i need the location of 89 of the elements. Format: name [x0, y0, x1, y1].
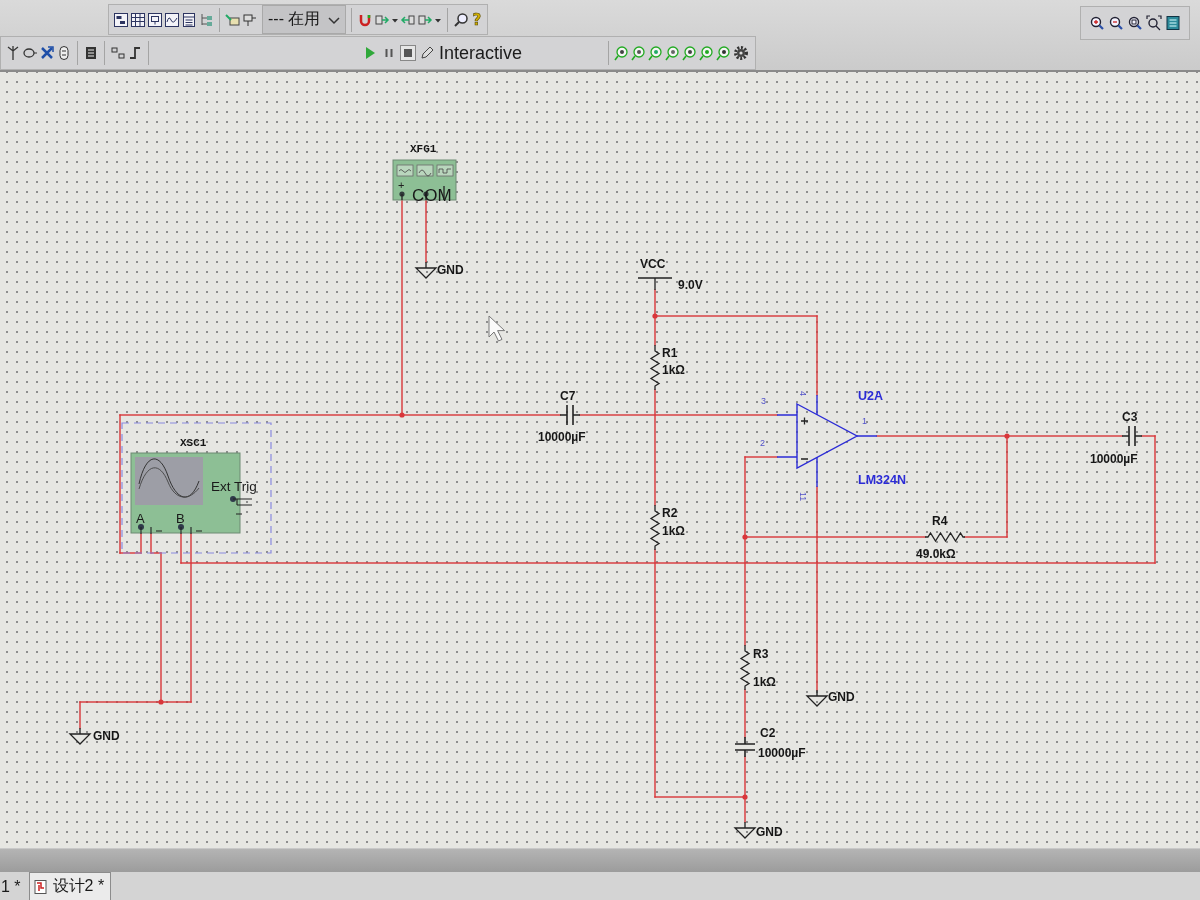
panel-icon[interactable] [147, 11, 163, 28]
probe-icon[interactable] [22, 45, 38, 61]
value-label: 1kΩ [662, 363, 685, 377]
reference-label: R4 [932, 514, 948, 528]
probe-icon[interactable] [614, 45, 630, 61]
design-tab[interactable]: 设计2 * [28, 872, 112, 900]
sheet-icon[interactable] [1165, 15, 1181, 31]
net-label: GND [437, 263, 464, 277]
capsule-icon[interactable] [56, 45, 72, 61]
zoom-out-icon[interactable] [1108, 15, 1124, 31]
window-icon[interactable] [113, 11, 129, 28]
value-label: 49.0kΩ [916, 547, 956, 561]
part-label: LM324N [858, 473, 906, 487]
wire [744, 689, 746, 738]
pencil-icon[interactable] [419, 45, 435, 61]
ground-symbol [806, 689, 829, 707]
instrument-label: XFG1 [410, 143, 437, 155]
reference-label: U2A [858, 389, 883, 403]
net-label: GND [756, 825, 783, 839]
reference-label: R3 [753, 647, 769, 661]
antenna-icon[interactable] [5, 45, 21, 61]
voltage-label: 9.0V [678, 278, 703, 292]
design-tab[interactable]: 1 * [0, 872, 27, 900]
capacitor-symbol [559, 404, 581, 426]
reference-label: R2 [662, 506, 678, 520]
stop-icon[interactable] [400, 45, 416, 61]
capacitor-symbol [1121, 425, 1143, 447]
value-label: 10000µF [1090, 452, 1138, 466]
scroll-bar[interactable] [0, 848, 1200, 872]
junction-dot-icon [1004, 433, 1010, 439]
graph-icon[interactable] [164, 11, 180, 28]
zoom-in-icon[interactable] [1089, 15, 1105, 31]
grid-icon[interactable] [130, 11, 146, 28]
junction-dot-icon [158, 699, 164, 705]
capacitor-symbol [734, 736, 756, 758]
component-list-dropdown[interactable]: --- 在用 [262, 5, 347, 34]
pin-number: 4 [798, 391, 808, 396]
ground-symbol [415, 261, 438, 279]
cursor-icon [488, 315, 506, 342]
pin-number: 1 [862, 416, 867, 426]
transistor-icon[interactable] [39, 45, 55, 61]
probe-icon[interactable] [631, 45, 647, 61]
pin-number: 2 [760, 438, 765, 448]
probe-icon[interactable] [682, 45, 698, 61]
ground-symbol [734, 821, 757, 839]
pin-number: 11 [798, 492, 808, 502]
resistor-symbol [649, 504, 661, 551]
reference-label: C2 [760, 726, 776, 740]
junction-dot-icon [652, 313, 658, 319]
net-label: GND [828, 690, 855, 704]
resistor-symbol [649, 344, 661, 391]
search-icon[interactable] [453, 11, 470, 28]
probe-icon[interactable] [716, 45, 732, 61]
instrument-label: XSC1 [180, 437, 207, 449]
simulation-mode-label[interactable]: Interactive [439, 42, 523, 64]
reference-label: C7 [560, 389, 576, 403]
function-generator-drawing [392, 159, 457, 201]
value-label: 1kΩ [753, 675, 776, 689]
junction-dot-icon [742, 534, 748, 540]
pin-number: 3 [761, 396, 766, 406]
junction-dot-icon [399, 412, 405, 418]
resistor-symbol [739, 644, 751, 691]
gear-icon[interactable] [733, 45, 749, 61]
connector-icon[interactable] [110, 45, 126, 61]
zoom-area-icon[interactable] [1127, 15, 1143, 31]
terminal-label: Ext Trig [211, 479, 257, 494]
step-icon[interactable] [127, 45, 143, 61]
probe-icon[interactable] [665, 45, 681, 61]
plug-icon[interactable] [242, 11, 258, 28]
terminal-label: B [176, 511, 185, 526]
reference-label: R1 [662, 346, 678, 360]
ground-symbol [69, 727, 92, 745]
reference-label: C3 [1122, 410, 1138, 424]
value-label: 10000µF [538, 430, 586, 444]
component-icon[interactable] [225, 11, 241, 28]
supply-symbol [637, 277, 673, 291]
net-label: VCC [640, 257, 666, 271]
resistor-symbol [924, 531, 966, 543]
list-icon[interactable] [181, 11, 197, 28]
net-label: GND [93, 729, 120, 743]
terminal-label: A [136, 511, 145, 526]
junction-dot-icon [742, 794, 748, 800]
value-label: 10000µF [758, 746, 806, 760]
wire [425, 199, 427, 263]
terminal-label: COM [412, 186, 452, 205]
terminal-label: + [398, 179, 405, 191]
bus-icon[interactable] [83, 45, 99, 61]
value-label: 1kΩ [662, 524, 685, 538]
zoom-fit-icon[interactable] [1146, 15, 1162, 31]
